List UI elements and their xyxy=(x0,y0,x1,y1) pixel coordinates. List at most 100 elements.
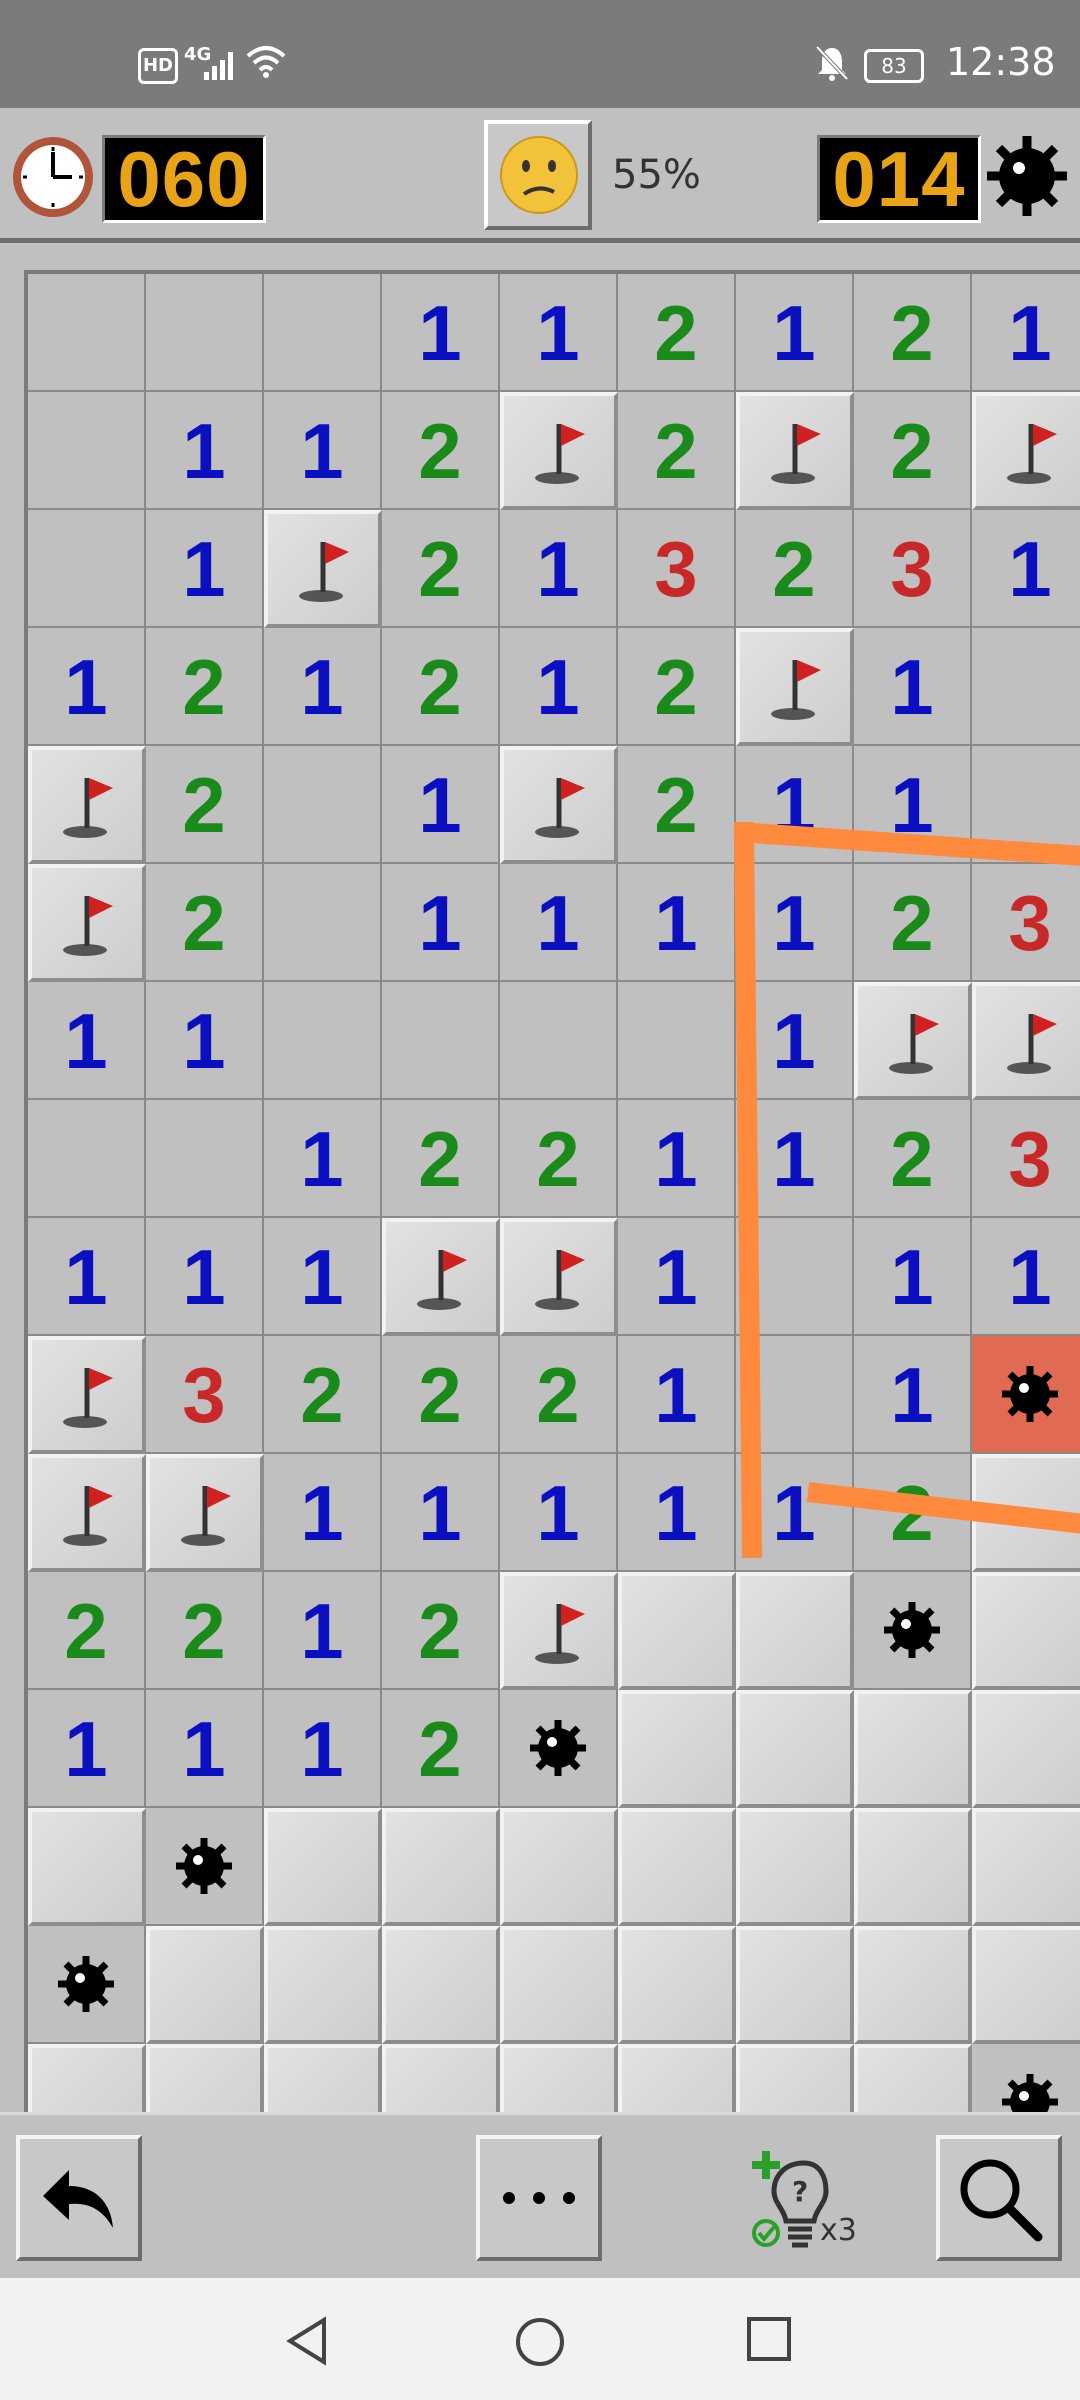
number-cell[interactable]: 1 xyxy=(854,628,972,746)
number-cell[interactable]: 2 xyxy=(618,746,736,864)
number-cell[interactable]: 2 xyxy=(264,1336,382,1454)
number-cell[interactable]: 1 xyxy=(382,864,500,982)
number-cell[interactable]: 1 xyxy=(618,1454,736,1572)
covered-cell[interactable] xyxy=(736,1926,854,2044)
number-cell[interactable]: 1 xyxy=(972,274,1080,392)
number-cell[interactable]: 3 xyxy=(618,510,736,628)
number-cell[interactable]: 2 xyxy=(382,392,500,510)
mine-cell[interactable] xyxy=(854,1572,972,1690)
number-cell[interactable]: 1 xyxy=(500,628,618,746)
number-cell[interactable]: 1 xyxy=(264,1100,382,1218)
covered-cell[interactable] xyxy=(264,2044,382,2114)
covered-cell[interactable] xyxy=(500,1808,618,1926)
covered-cell[interactable] xyxy=(972,1572,1080,1690)
number-cell[interactable]: 1 xyxy=(382,746,500,864)
number-cell[interactable]: 1 xyxy=(618,1100,736,1218)
number-cell[interactable]: 2 xyxy=(618,628,736,746)
covered-cell[interactable] xyxy=(736,1690,854,1808)
number-cell[interactable]: 2 xyxy=(618,392,736,510)
covered-cell[interactable] xyxy=(500,1926,618,2044)
number-cell[interactable]: 1 xyxy=(854,1336,972,1454)
number-cell[interactable]: 1 xyxy=(500,1454,618,1572)
covered-cell[interactable] xyxy=(736,1808,854,1926)
covered-cell[interactable] xyxy=(146,2044,264,2114)
number-cell[interactable]: 3 xyxy=(972,1100,1080,1218)
number-cell[interactable]: 1 xyxy=(618,1218,736,1336)
flagged-cell[interactable] xyxy=(972,982,1080,1100)
number-cell[interactable]: 1 xyxy=(736,1100,854,1218)
flagged-cell[interactable] xyxy=(736,628,854,746)
flagged-cell[interactable] xyxy=(146,1454,264,1572)
covered-cell[interactable] xyxy=(264,1926,382,2044)
back-triangle-icon[interactable] xyxy=(284,2316,330,2366)
number-cell[interactable]: 1 xyxy=(264,1454,382,1572)
covered-cell[interactable] xyxy=(382,1926,500,2044)
number-cell[interactable]: 2 xyxy=(382,1690,500,1808)
covered-cell[interactable] xyxy=(28,1808,146,1926)
undo-button[interactable] xyxy=(16,2135,142,2261)
search-button[interactable] xyxy=(936,2135,1062,2261)
covered-cell[interactable] xyxy=(500,2044,618,2114)
flagged-cell[interactable] xyxy=(382,1218,500,1336)
number-cell[interactable]: 1 xyxy=(264,1690,382,1808)
number-cell[interactable]: 1 xyxy=(736,864,854,982)
covered-cell[interactable] xyxy=(854,1690,972,1808)
number-cell[interactable]: 1 xyxy=(28,628,146,746)
number-cell[interactable]: 2 xyxy=(146,864,264,982)
number-cell[interactable]: 2 xyxy=(854,864,972,982)
number-cell[interactable]: 1 xyxy=(500,274,618,392)
number-cell[interactable]: 1 xyxy=(382,1454,500,1572)
home-circle-icon[interactable] xyxy=(514,2316,566,2368)
flagged-cell[interactable] xyxy=(736,392,854,510)
empty-cell[interactable] xyxy=(28,1100,146,1218)
number-cell[interactable]: 1 xyxy=(736,982,854,1100)
empty-cell[interactable] xyxy=(264,274,382,392)
empty-cell[interactable] xyxy=(28,392,146,510)
number-cell[interactable]: 2 xyxy=(382,1100,500,1218)
covered-cell[interactable] xyxy=(736,1572,854,1690)
number-cell[interactable]: 1 xyxy=(854,746,972,864)
number-cell[interactable]: 2 xyxy=(618,274,736,392)
covered-cell[interactable] xyxy=(854,1926,972,2044)
covered-cell[interactable] xyxy=(854,2044,972,2114)
number-cell[interactable]: 1 xyxy=(28,982,146,1100)
covered-cell[interactable] xyxy=(972,1926,1080,2044)
flagged-cell[interactable] xyxy=(500,1572,618,1690)
flagged-cell[interactable] xyxy=(972,392,1080,510)
number-cell[interactable]: 2 xyxy=(28,1572,146,1690)
exploded-mine-cell[interactable] xyxy=(972,1336,1080,1454)
number-cell[interactable]: 1 xyxy=(972,1218,1080,1336)
covered-cell[interactable] xyxy=(618,1690,736,1808)
number-cell[interactable]: 2 xyxy=(146,746,264,864)
more-button[interactable] xyxy=(476,2135,602,2261)
flagged-cell[interactable] xyxy=(500,392,618,510)
flagged-cell[interactable] xyxy=(28,1454,146,1572)
empty-cell[interactable] xyxy=(500,982,618,1100)
number-cell[interactable]: 1 xyxy=(264,1572,382,1690)
number-cell[interactable]: 1 xyxy=(500,864,618,982)
number-cell[interactable]: 3 xyxy=(146,1336,264,1454)
covered-cell[interactable] xyxy=(382,1808,500,1926)
number-cell[interactable]: 1 xyxy=(618,1336,736,1454)
number-cell[interactable]: 1 xyxy=(264,628,382,746)
flagged-cell[interactable] xyxy=(500,746,618,864)
number-cell[interactable]: 2 xyxy=(500,1336,618,1454)
number-cell[interactable]: 1 xyxy=(146,510,264,628)
mine-cell[interactable] xyxy=(146,1808,264,1926)
empty-cell[interactable] xyxy=(28,274,146,392)
number-cell[interactable]: 2 xyxy=(854,1454,972,1572)
empty-cell[interactable] xyxy=(146,274,264,392)
number-cell[interactable]: 2 xyxy=(146,628,264,746)
number-cell[interactable]: 1 xyxy=(736,746,854,864)
flagged-cell[interactable] xyxy=(28,746,146,864)
covered-cell[interactable] xyxy=(972,1808,1080,1926)
number-cell[interactable]: 2 xyxy=(382,510,500,628)
empty-cell[interactable] xyxy=(618,982,736,1100)
number-cell[interactable]: 2 xyxy=(854,392,972,510)
number-cell[interactable]: 2 xyxy=(382,1336,500,1454)
number-cell[interactable]: 1 xyxy=(618,864,736,982)
number-cell[interactable]: 1 xyxy=(736,1454,854,1572)
empty-cell[interactable] xyxy=(972,628,1080,746)
number-cell[interactable]: 2 xyxy=(382,628,500,746)
covered-cell[interactable] xyxy=(618,1808,736,1926)
